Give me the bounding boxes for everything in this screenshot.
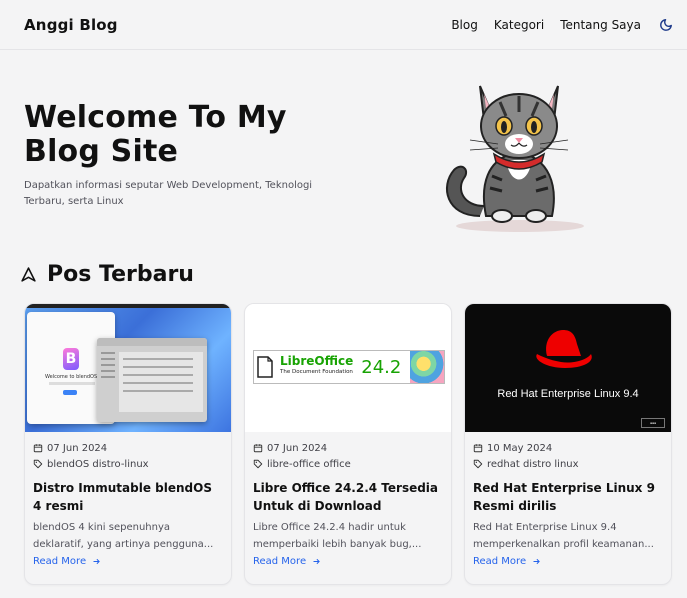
post-date: 07 Jun 2024 xyxy=(253,440,443,456)
thumb-badge: ▪▪▪ xyxy=(641,418,665,428)
tag-icon xyxy=(33,459,43,469)
nav-link-tentang-saya[interactable]: Tentang Saya xyxy=(560,18,641,32)
post-tags: libre-office office xyxy=(253,456,443,472)
moon-icon xyxy=(660,18,672,31)
tag-icon xyxy=(253,459,263,469)
hero-description: Dapatkan informasi seputar Web Developme… xyxy=(24,180,313,207)
libreoffice-logo-text: LibreOffice xyxy=(280,354,354,368)
post-card-libreoffice[interactable]: LibreOffice The Document Foundation 24.2… xyxy=(244,303,452,585)
post-tags: blendOS distro-linux xyxy=(33,456,223,472)
blendos-logo: B xyxy=(63,348,79,370)
arrow-right-icon xyxy=(313,558,320,565)
post-date: 07 Jun 2024 xyxy=(33,440,223,456)
cat-illustration xyxy=(446,85,584,232)
post-tags: redhat distro linux xyxy=(473,456,663,472)
theme-toggle-button[interactable] xyxy=(657,16,675,34)
post-excerpt: Libre Office 24.2.4 hadir untuk memperba… xyxy=(253,522,422,550)
read-more-link[interactable]: Read More xyxy=(473,556,541,567)
section-title: Pos Terbaru xyxy=(47,262,194,287)
post-thumbnail[interactable]: LibreOffice The Document Foundation 24.2 xyxy=(245,304,451,432)
post-excerpt: Red Hat Enterprise Linux 9.4 memperkenal… xyxy=(473,522,654,550)
post-title[interactable]: Red Hat Enterprise Linux 9 Resmi dirilis xyxy=(473,479,663,515)
post-thumbnail[interactable]: Red Hat Enterprise Linux 9.4 ▪▪▪ xyxy=(465,304,671,432)
post-title[interactable]: Distro Immutable blendOS 4 resmi xyxy=(33,479,223,515)
site-brand[interactable]: Anggi Blog xyxy=(24,16,118,34)
read-more-link[interactable]: Read More xyxy=(33,556,101,567)
post-card-blendos[interactable]: B Welcome to blendOS 07 Jun 2024 blendOS… xyxy=(24,303,232,585)
navbar: Anggi Blog Blog Kategori Tentang Saya xyxy=(0,0,687,50)
hero-section: Welcome To My Blog Site Dapatkan informa… xyxy=(0,50,687,250)
post-excerpt: blendOS 4 kini sepenuhnya deklaratif, ya… xyxy=(33,522,214,550)
calendar-icon xyxy=(33,444,43,453)
read-more-link[interactable]: Read More xyxy=(253,556,321,567)
post-list: B Welcome to blendOS 07 Jun 2024 blendOS… xyxy=(24,303,672,585)
nav-link-blog[interactable]: Blog xyxy=(451,18,478,32)
nav-links: Blog Kategori Tentang Saya xyxy=(451,16,675,34)
hero-title: Welcome To My Blog Site xyxy=(24,100,287,169)
redhat-logo xyxy=(536,330,592,368)
post-date: 10 May 2024 xyxy=(473,440,663,456)
post-card-redhat[interactable]: Red Hat Enterprise Linux 9.4 ▪▪▪ 10 May … xyxy=(464,303,672,585)
redhat-thumb-text: Red Hat Enterprise Linux 9.4 xyxy=(497,388,639,400)
post-thumbnail[interactable]: B Welcome to blendOS xyxy=(25,304,231,432)
latest-posts-heading: Pos Terbaru xyxy=(20,262,194,287)
arrow-right-icon xyxy=(93,558,100,565)
libreoffice-doc-icon xyxy=(254,352,276,382)
calendar-icon xyxy=(253,444,263,453)
nav-link-kategori[interactable]: Kategori xyxy=(494,18,544,32)
arrow-right-icon xyxy=(533,558,540,565)
paper-plane-icon xyxy=(21,267,36,282)
calendar-icon xyxy=(473,444,483,453)
post-title[interactable]: Libre Office 24.2.4 Tersedia Untuk di Do… xyxy=(253,479,443,515)
tag-icon xyxy=(473,459,483,469)
